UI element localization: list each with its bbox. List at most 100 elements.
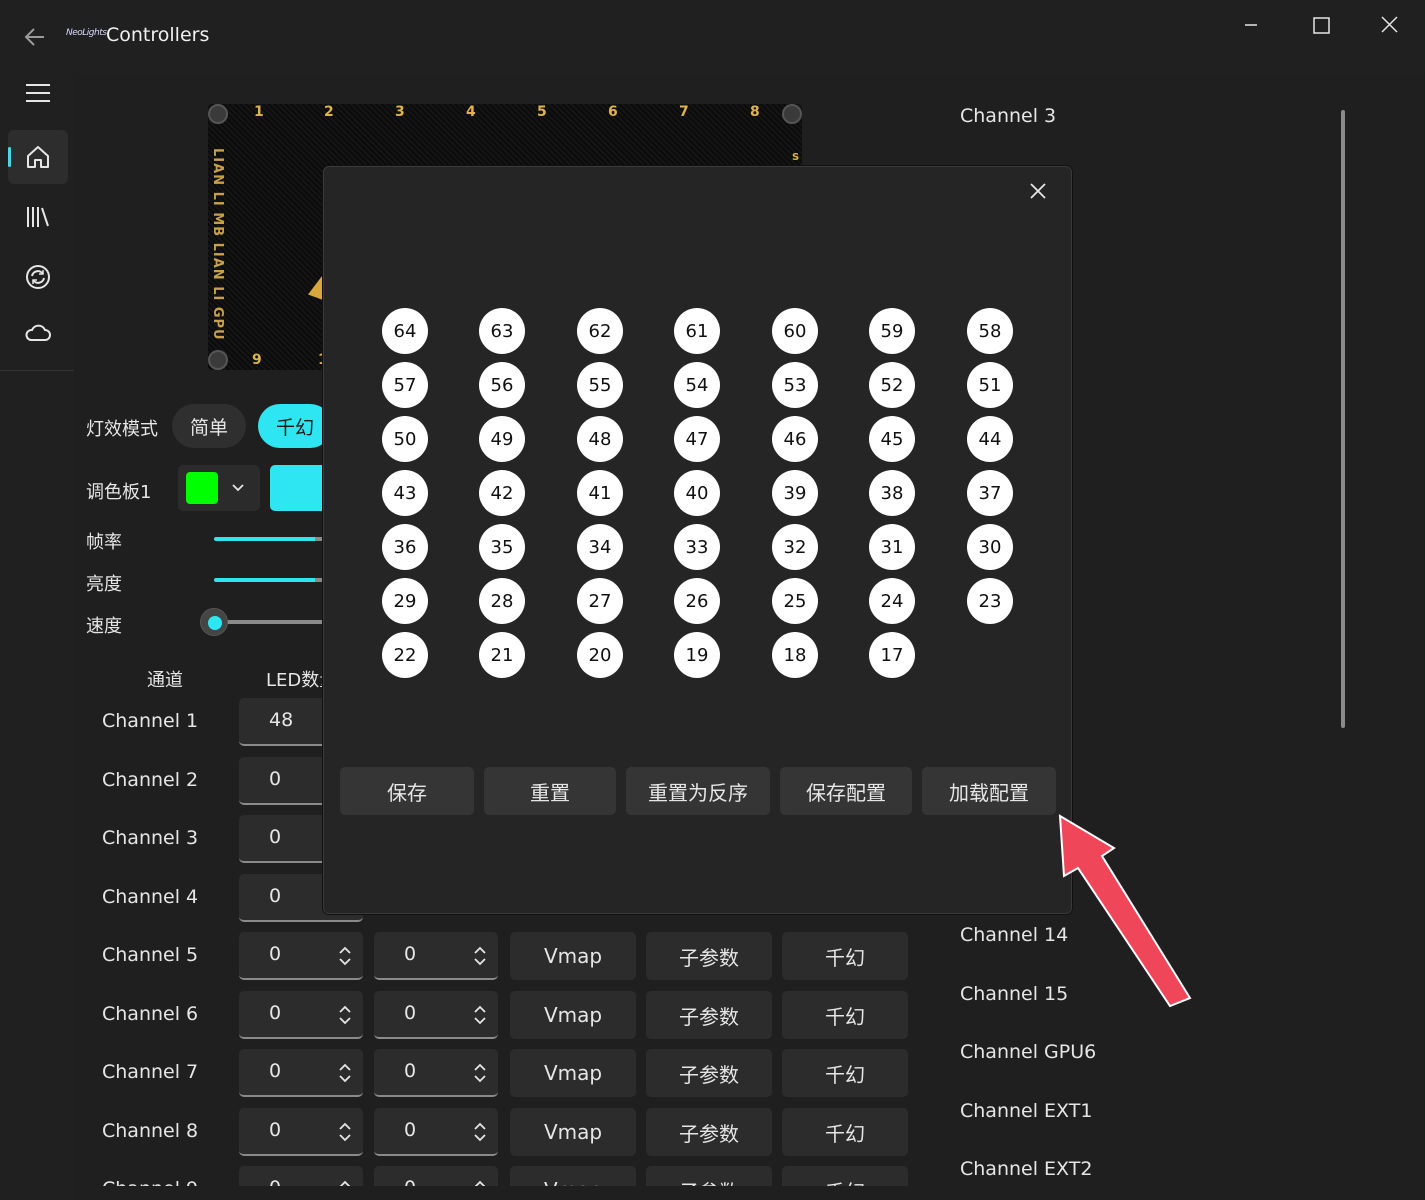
sub-params-button[interactable]: 子参数 — [646, 991, 772, 1039]
led-index[interactable]: 32 — [772, 524, 818, 570]
led-index[interactable]: 48 — [577, 416, 623, 462]
palette-color-bar[interactable] — [270, 465, 330, 511]
led-index[interactable]: 20 — [577, 632, 623, 678]
close-window-icon[interactable] — [1366, 10, 1412, 40]
stepper-arrows-icon[interactable] — [337, 1061, 353, 1085]
stepper-arrows-icon[interactable] — [337, 1003, 353, 1027]
right-list-item[interactable]: Channel EXT1 — [960, 1100, 1092, 1122]
effect-mode-button[interactable]: 千幻 — [782, 932, 908, 980]
led-index[interactable]: 36 — [382, 524, 428, 570]
led-index[interactable]: 27 — [577, 578, 623, 624]
led-index[interactable]: 18 — [772, 632, 818, 678]
led-count-input[interactable]: 0 — [239, 991, 363, 1039]
stepper-arrows-icon[interactable] — [472, 1120, 488, 1144]
right-list-item[interactable]: Channel 3 — [960, 105, 1056, 127]
led-index[interactable]: 50 — [382, 416, 428, 462]
back-arrow-icon[interactable] — [22, 24, 48, 50]
stepper-arrows-icon[interactable] — [472, 1061, 488, 1085]
led-index[interactable]: 23 — [967, 578, 1013, 624]
sub-params-button[interactable]: 子参数 — [646, 932, 772, 980]
led-index[interactable]: 19 — [674, 632, 720, 678]
save-config-button[interactable]: 保存配置 — [780, 767, 912, 815]
led-index[interactable]: 37 — [967, 470, 1013, 516]
led-index[interactable]: 54 — [674, 362, 720, 408]
reset-reverse-button[interactable]: 重置为反序 — [626, 767, 770, 815]
maximize-icon[interactable] — [1298, 10, 1344, 40]
stepper-arrows-icon[interactable] — [337, 944, 353, 968]
sub-params-button[interactable]: 子参数 — [646, 1049, 772, 1097]
led-index[interactable]: 21 — [479, 632, 525, 678]
sidebar-item-library[interactable] — [8, 190, 68, 244]
led-index[interactable]: 57 — [382, 362, 428, 408]
led-index[interactable]: 52 — [869, 362, 915, 408]
led-index[interactable]: 38 — [869, 470, 915, 516]
led-index[interactable]: 63 — [479, 308, 525, 354]
led-index[interactable]: 35 — [479, 524, 525, 570]
sidebar-item-sync[interactable] — [8, 250, 68, 304]
effect-mode-button[interactable]: 千幻 — [782, 1049, 908, 1097]
sub-params-button[interactable]: 子参数 — [646, 1108, 772, 1156]
effect-mode-button[interactable]: 千幻 — [782, 1108, 908, 1156]
stepper-arrows-icon[interactable] — [337, 1120, 353, 1144]
palette-color-dropdown[interactable] — [178, 465, 260, 511]
led-index[interactable]: 42 — [479, 470, 525, 516]
led-index[interactable]: 44 — [967, 416, 1013, 462]
vmap-button[interactable]: Vmap — [510, 1108, 636, 1156]
led-index[interactable]: 49 — [479, 416, 525, 462]
load-config-button[interactable]: 加载配置 — [922, 767, 1056, 815]
close-icon[interactable] — [1024, 177, 1052, 205]
led-index[interactable]: 58 — [967, 308, 1013, 354]
offset-input[interactable]: 0 — [374, 1108, 498, 1156]
vmap-button[interactable]: Vmap — [510, 991, 636, 1039]
stepper-arrows-icon[interactable] — [472, 944, 488, 968]
led-index[interactable]: 51 — [967, 362, 1013, 408]
vmap-button[interactable]: Vmap — [510, 1049, 636, 1097]
stepper-arrows-icon[interactable] — [472, 1003, 488, 1027]
led-index[interactable]: 30 — [967, 524, 1013, 570]
led-index[interactable]: 61 — [674, 308, 720, 354]
brightness-slider[interactable] — [214, 578, 326, 582]
led-index[interactable]: 26 — [674, 578, 720, 624]
offset-input[interactable]: 0 — [374, 932, 498, 980]
minimize-icon[interactable] — [1228, 10, 1274, 40]
framerate-slider[interactable] — [214, 537, 326, 541]
led-index[interactable]: 41 — [577, 470, 623, 516]
led-index[interactable]: 45 — [869, 416, 915, 462]
scrollbar[interactable] — [1341, 110, 1345, 728]
speed-slider[interactable] — [214, 620, 326, 624]
led-index[interactable]: 24 — [869, 578, 915, 624]
mode-fantasy-button[interactable]: 千幻 — [258, 404, 332, 448]
offset-input[interactable]: 0 — [374, 1049, 498, 1097]
led-index[interactable]: 60 — [772, 308, 818, 354]
led-index[interactable]: 55 — [577, 362, 623, 408]
sidebar-item-cloud[interactable] — [8, 306, 68, 360]
save-button[interactable]: 保存 — [340, 767, 474, 815]
offset-input[interactable]: 0 — [374, 991, 498, 1039]
reset-button[interactable]: 重置 — [484, 767, 616, 815]
led-index[interactable]: 64 — [382, 308, 428, 354]
led-index[interactable]: 47 — [674, 416, 720, 462]
led-index[interactable]: 28 — [479, 578, 525, 624]
led-index[interactable]: 39 — [772, 470, 818, 516]
hamburger-menu-button[interactable] — [8, 66, 68, 120]
led-count-input[interactable]: 0 — [239, 1049, 363, 1097]
right-list-item[interactable]: Channel GPU6 — [960, 1041, 1096, 1063]
led-index[interactable]: 22 — [382, 632, 428, 678]
effect-mode-button[interactable]: 千幻 — [782, 991, 908, 1039]
led-index[interactable]: 46 — [772, 416, 818, 462]
led-index[interactable]: 56 — [479, 362, 525, 408]
led-index[interactable]: 34 — [577, 524, 623, 570]
led-index[interactable]: 59 — [869, 308, 915, 354]
led-count-input[interactable]: 0 — [239, 1108, 363, 1156]
led-index[interactable]: 62 — [577, 308, 623, 354]
led-index[interactable]: 17 — [869, 632, 915, 678]
led-index[interactable]: 25 — [772, 578, 818, 624]
vmap-button[interactable]: Vmap — [510, 932, 636, 980]
led-count-input[interactable]: 0 — [239, 932, 363, 980]
led-index[interactable]: 53 — [772, 362, 818, 408]
led-index[interactable]: 29 — [382, 578, 428, 624]
led-index[interactable]: 31 — [869, 524, 915, 570]
led-index[interactable]: 40 — [674, 470, 720, 516]
sidebar-item-home[interactable] — [8, 130, 68, 184]
right-list-item[interactable]: Channel EXT2 — [960, 1158, 1092, 1180]
